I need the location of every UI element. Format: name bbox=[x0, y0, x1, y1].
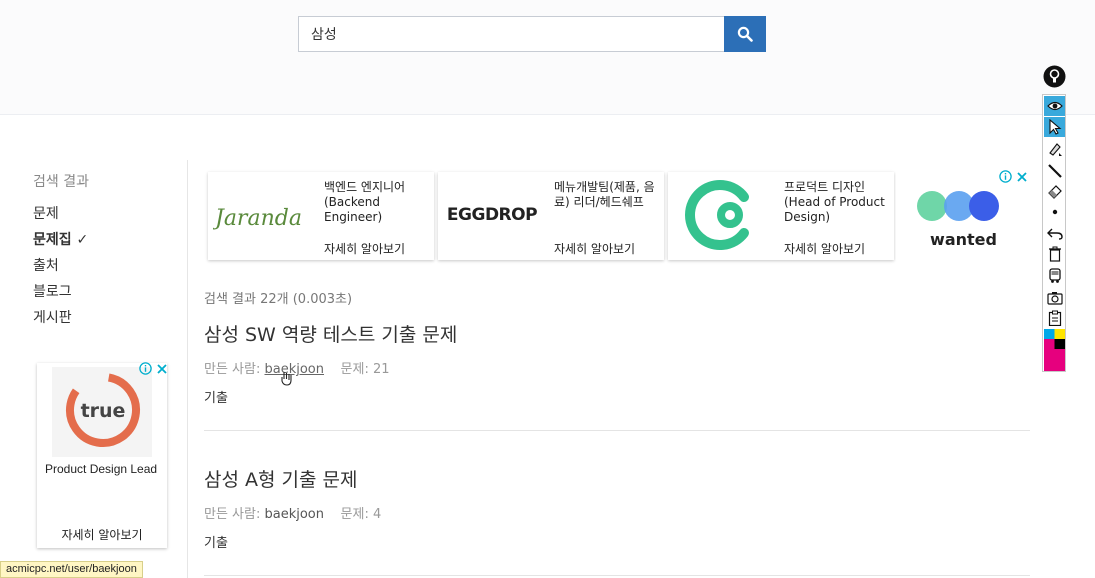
side-ad-cta[interactable]: 자세히 알아보기 bbox=[37, 526, 167, 543]
sidebar-item-problems[interactable]: 문제 bbox=[33, 203, 59, 223]
author-link[interactable]: baekjoon bbox=[265, 362, 325, 377]
author-label: 만든 사람: bbox=[204, 362, 261, 377]
result-title[interactable]: 삼성 A형 기출 문제 bbox=[204, 465, 1030, 492]
sidebar-title: 검색 결과 bbox=[33, 174, 89, 190]
ad-cta[interactable]: 자세히 알아보기 bbox=[324, 240, 405, 257]
problem-count: 문제: 21 bbox=[340, 362, 390, 377]
eraser-tool[interactable] bbox=[1044, 181, 1065, 201]
ad-card-wanted[interactable]: wanted bbox=[896, 172, 1031, 260]
color-palette[interactable] bbox=[1044, 329, 1065, 371]
eraser-icon bbox=[1047, 185, 1062, 199]
sidebar-item-board[interactable]: 게시판 bbox=[33, 307, 72, 327]
true-logo: true bbox=[66, 373, 140, 447]
wanted-logo-text: wanted bbox=[930, 230, 997, 249]
eggdrop-logo: EGGDROP bbox=[442, 182, 542, 248]
bus-tool[interactable] bbox=[1044, 266, 1065, 286]
pointer-icon bbox=[1048, 119, 1061, 135]
pen-tool[interactable] bbox=[1044, 161, 1065, 181]
result-tag: 기출 bbox=[204, 536, 228, 551]
true-logo-text: true bbox=[81, 400, 126, 422]
dot-icon bbox=[1052, 209, 1057, 215]
sidebar-item-sources[interactable]: 출처 bbox=[33, 255, 59, 275]
eye-tool[interactable] bbox=[1044, 96, 1065, 116]
side-ad-card[interactable]: true Product Design Lead 자세히 알아보기 bbox=[37, 363, 167, 548]
jaranda-logo: Jaranda bbox=[212, 182, 312, 248]
sidebar-item-blog[interactable]: 블로그 bbox=[33, 281, 72, 301]
close-icon[interactable] bbox=[1016, 171, 1028, 183]
eye-icon bbox=[1046, 101, 1063, 111]
info-icon[interactable] bbox=[999, 170, 1012, 183]
ad-strip: Jaranda 백엔드 엔지니어 (Backend Engineer) 자세히 … bbox=[203, 170, 1033, 263]
status-bar-url: acmicpc.net/user/baekjoon bbox=[0, 561, 143, 578]
lightbulb-icon[interactable] bbox=[1043, 65, 1066, 88]
result-item: 삼성 SW 역량 테스트 기출 문제 만든 사람: baekjoon 문제: 2… bbox=[204, 320, 1030, 406]
result-count: 검색 결과 22개 (0.003초) bbox=[204, 292, 353, 307]
search-bar bbox=[298, 16, 766, 52]
close-icon[interactable] bbox=[156, 363, 168, 375]
wanted-logo bbox=[917, 191, 999, 221]
c-logo bbox=[672, 180, 772, 250]
result-item: 삼성 A형 기출 문제 만든 사람: baekjoon 문제: 4 기출 bbox=[204, 465, 1030, 551]
undo-icon bbox=[1046, 228, 1063, 240]
highlighter-tool[interactable] bbox=[1044, 139, 1065, 159]
result-meta: 만든 사람: baekjoon 문제: 4 bbox=[204, 503, 1030, 522]
jaranda-logo-text: Jaranda bbox=[213, 206, 302, 231]
result-meta: 만든 사람: baekjoon 문제: 21 bbox=[204, 358, 1030, 377]
ad-cta[interactable]: 자세히 알아보기 bbox=[784, 240, 865, 257]
author-link[interactable]: baekjoon bbox=[265, 507, 325, 522]
ad-cta[interactable]: 자세히 알아보기 bbox=[554, 240, 635, 257]
search-button[interactable] bbox=[724, 16, 766, 52]
side-ad-title: Product Design Lead bbox=[45, 462, 158, 476]
trash-icon bbox=[1048, 246, 1061, 262]
result-tag: 기출 bbox=[204, 391, 228, 406]
divider bbox=[204, 430, 1030, 431]
camera-tool[interactable] bbox=[1044, 288, 1065, 308]
ad-card-product-design[interactable]: 프로덕트 디자인 (Head of Product Design) 자세히 알아… bbox=[668, 172, 894, 260]
ad-card-eggdrop[interactable]: EGGDROP 메뉴개발팀(제품, 음료) 리더/헤드쉐프 자세히 알아보기 bbox=[438, 172, 664, 260]
side-ad-controls bbox=[139, 362, 168, 375]
annotation-toolbar bbox=[1042, 94, 1066, 372]
clipboard-icon bbox=[1048, 310, 1061, 326]
eggdrop-logo-text: EGGDROP bbox=[446, 205, 538, 225]
ad-title: 메뉴개발팀(제품, 음료) 리더/헤드쉐프 bbox=[554, 180, 655, 209]
ad-card-jaranda[interactable]: Jaranda 백엔드 엔지니어 (Backend Engineer) 자세히 … bbox=[208, 172, 434, 260]
clipboard-tool[interactable] bbox=[1044, 308, 1065, 328]
highlighter-icon bbox=[1048, 143, 1062, 156]
camera-icon bbox=[1046, 292, 1063, 305]
result-title[interactable]: 삼성 SW 역량 테스트 기출 문제 bbox=[204, 320, 1030, 347]
search-icon bbox=[737, 26, 753, 42]
search-input[interactable] bbox=[298, 16, 724, 52]
pointer-tool[interactable] bbox=[1044, 117, 1065, 137]
ad-title: 프로덕트 디자인 (Head of Product Design) bbox=[784, 180, 885, 224]
problem-count: 문제: 4 bbox=[340, 507, 382, 522]
divider bbox=[204, 575, 1030, 576]
hand-cursor-icon bbox=[281, 372, 292, 386]
undo-tool[interactable] bbox=[1044, 223, 1065, 243]
ad-title: 백엔드 엔지니어 (Backend Engineer) bbox=[324, 180, 406, 224]
pen-icon bbox=[1047, 164, 1062, 178]
bus-icon bbox=[1048, 268, 1061, 283]
dot-tool[interactable] bbox=[1044, 202, 1065, 222]
author-label: 만든 사람: bbox=[204, 507, 261, 522]
sidebar-item-workbooks[interactable]: 문제집 ✓ bbox=[33, 229, 88, 249]
ad-strip-controls bbox=[999, 170, 1028, 183]
trash-tool[interactable] bbox=[1044, 244, 1065, 264]
info-icon[interactable] bbox=[139, 362, 152, 375]
